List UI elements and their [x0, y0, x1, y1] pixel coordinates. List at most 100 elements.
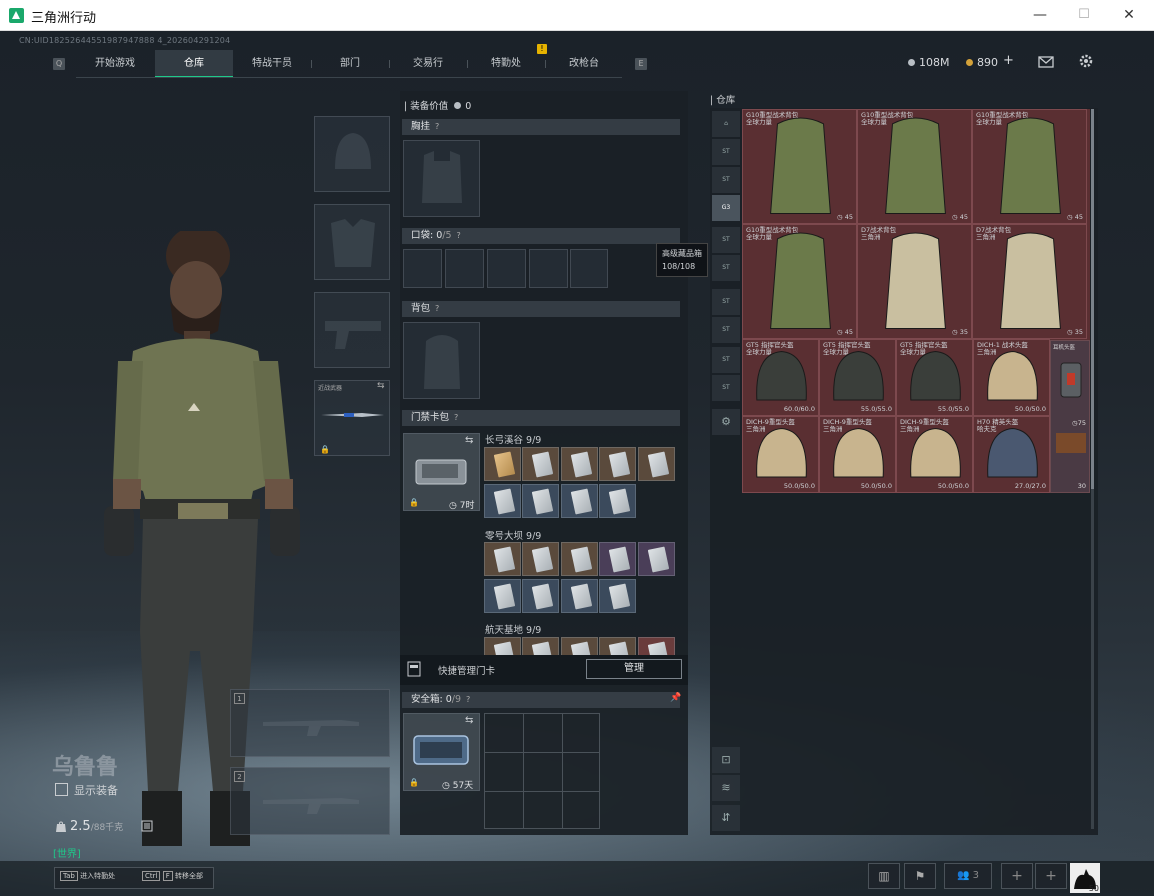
chest-rig-slot[interactable] — [403, 140, 480, 217]
pocket-slot[interactable] — [445, 249, 484, 288]
headset-value: ◷75 — [1072, 419, 1086, 427]
warehouse-item-helmet[interactable]: GT5 指挥官头盔 全球力量 55.0/55.0 — [896, 339, 973, 416]
invite-slot-2[interactable]: + — [1035, 863, 1067, 889]
add-currency-button[interactable]: + — [1003, 53, 1014, 68]
warehouse-item-backpack[interactable]: G10重型战术背包 全球力量 ◷ 45 — [742, 109, 857, 224]
coin-balance: 108M — [908, 56, 950, 69]
warehouse-scroll-thumb[interactable] — [1091, 109, 1094, 489]
helmet-slot[interactable] — [314, 116, 390, 192]
player-uid: CN:UID18252644551987947888 4_20260429120… — [19, 36, 231, 45]
pistol-slot[interactable] — [314, 292, 390, 368]
pocket-slot[interactable] — [487, 249, 526, 288]
top-navigation: Q 开始游戏 仓库 特战干员 部门 交易行 特勤处 ! 改枪台 E — [50, 44, 662, 78]
warehouse-item-helmet[interactable]: H70 精英头盔 哈夫克 27.0/27.0 — [973, 416, 1050, 493]
world-chat-tag[interactable]: [世界] — [53, 845, 81, 860]
minimize-button[interactable]: — — [1025, 5, 1055, 25]
backpack-slot[interactable] — [403, 322, 480, 399]
weapon-slot-number: 1 — [234, 693, 245, 704]
warehouse-layers-icon[interactable]: ≋ — [712, 775, 740, 801]
armor-slot[interactable] — [314, 204, 390, 280]
item-value: 60.0/60.0 — [783, 405, 815, 413]
backpack-icon — [885, 117, 946, 214]
friends-button[interactable]: 👥 3 — [944, 863, 992, 889]
warehouse-tab-8[interactable]: ST — [712, 347, 740, 373]
swap-icon[interactable]: ⇆ — [465, 715, 473, 726]
warehouse-item-helmet[interactable]: GT5 指挥官头盔 全球力量 60.0/60.0 — [742, 339, 819, 416]
tab-gunsmith[interactable]: 改枪台 — [545, 50, 623, 78]
window-title: 三角洲行动 — [31, 11, 97, 26]
nav-left-key[interactable]: Q — [53, 58, 65, 70]
pocket-slot[interactable] — [529, 249, 568, 288]
tab-market[interactable]: 交易行 — [389, 50, 467, 78]
warehouse-item-helmet[interactable]: DICH-9重型头盔 三角洲 50.0/50.0 — [896, 416, 973, 493]
item-value: 50.0/50.0 — [1014, 405, 1046, 413]
ammo-count: 30 — [1077, 482, 1086, 490]
player-avatar[interactable]: 50 — [1070, 863, 1100, 893]
pin-icon[interactable]: 📌 — [670, 693, 681, 703]
tab-special-ops[interactable]: 特勤处 — [467, 50, 545, 78]
warehouse-tab-4[interactable]: ST — [712, 227, 740, 253]
keycard-manage-icon — [407, 661, 421, 677]
headset-item[interactable]: 耳机头盔 ◷75 30 — [1050, 340, 1090, 493]
warehouse-item-backpack[interactable]: G10重型战术背包 全球力量 ◷ 45 — [857, 109, 972, 224]
backpack-icon — [885, 232, 946, 329]
keycard-grid-space-base[interactable] — [484, 637, 677, 655]
display-equipment-checkbox[interactable] — [55, 783, 68, 796]
tab-department[interactable]: 部门 — [311, 50, 389, 78]
warehouse-item-backpack[interactable]: G10重型战术背包 全球力量 ◷ 45 — [742, 224, 857, 339]
warehouse-tab-6[interactable]: ST — [712, 289, 740, 315]
nav-right-key[interactable]: E — [635, 58, 647, 70]
secondary-weapon-slot[interactable]: 2 — [230, 767, 390, 835]
keycard-case-icon — [415, 459, 467, 485]
close-button[interactable]: ✕ — [1114, 5, 1144, 25]
keycard-timer: ◷ 7时 — [449, 501, 475, 511]
melee-weapon-slot[interactable]: 近战武器 ⇆ 🔒 — [314, 380, 390, 456]
flag-icon[interactable]: ⚑ — [904, 863, 936, 889]
warehouse-settings-icon[interactable]: ⚙ — [712, 409, 740, 435]
item-value: ◷ 45 — [836, 213, 853, 221]
display-equipment-label: 显示装备 — [74, 784, 118, 797]
keycard-grid-longbow[interactable] — [484, 447, 677, 523]
pocket-slot[interactable] — [570, 249, 608, 288]
tab-start-game[interactable]: 开始游戏 — [76, 50, 154, 78]
secure-case-icon — [413, 735, 469, 765]
keycard-case-slot[interactable]: ⇆ 🔒 ◷ 7时 — [403, 433, 480, 511]
gold-icon — [966, 59, 973, 66]
secure-container-grid[interactable] — [484, 713, 600, 829]
warehouse-item-backpack[interactable]: D7战术背包 三角洲 ◷ 35 — [857, 224, 972, 339]
keycard-case-header: 门禁卡包? — [402, 410, 680, 426]
tab-operators[interactable]: 特战干员 — [233, 50, 311, 78]
mail-icon[interactable] — [1038, 56, 1054, 68]
warehouse-item-helmet[interactable]: GT5 指挥官头盔 全球力量 55.0/55.0 — [819, 339, 896, 416]
list-icon[interactable] — [141, 820, 153, 832]
invite-slot-1[interactable]: + — [1001, 863, 1033, 889]
pockets-header: 口袋: 0/5? — [402, 228, 680, 244]
swap-icon[interactable]: ⇆ — [465, 435, 473, 446]
stats-chart-icon[interactable]: ▥ — [868, 863, 900, 889]
warehouse-sort-icon[interactable]: ⇵ — [712, 805, 740, 831]
warehouse-tab-5[interactable]: ST — [712, 255, 740, 281]
operator-name: 乌鲁鲁 — [52, 755, 119, 780]
warehouse-scan-icon[interactable]: ⊡ — [712, 747, 740, 773]
secure-container-slot[interactable]: ⇆ 🔒 ◷ 57天 — [403, 713, 480, 791]
swap-icon[interactable]: ⇆ — [377, 381, 385, 391]
maximize-button[interactable]: ☐ — [1069, 5, 1099, 25]
warehouse-tab-2[interactable]: ST — [712, 167, 740, 193]
primary-weapon-slot[interactable]: 1 — [230, 689, 390, 757]
tab-warehouse[interactable]: 仓库 — [155, 50, 233, 78]
warehouse-tab-3[interactable]: G3 — [712, 195, 740, 221]
warehouse-item-helmet[interactable]: DICH-9重型头盔 三角洲 50.0/50.0 — [819, 416, 896, 493]
warehouse-tab-9[interactable]: ST — [712, 375, 740, 401]
pocket-slot[interactable] — [403, 249, 442, 288]
keycard-grid-zero-dam[interactable] — [484, 542, 677, 618]
chest-rig-header: 胸挂? — [402, 119, 680, 135]
manage-keycards-button[interactable]: 管理 — [586, 659, 682, 679]
warehouse-item-backpack[interactable]: G10重型战术背包 全球力量 ◷ 45 — [972, 109, 1087, 224]
warehouse-item-backpack[interactable]: D7战术背包 三角洲 ◷ 35 — [972, 224, 1087, 339]
settings-gear-icon[interactable] — [1078, 53, 1094, 69]
warehouse-tab-all[interactable]: ⌂ — [712, 111, 740, 137]
warehouse-tab-1[interactable]: ST — [712, 139, 740, 165]
warehouse-item-helmet[interactable]: DICH-9重型头盔 三角洲 50.0/50.0 — [742, 416, 819, 493]
warehouse-tab-7[interactable]: ST — [712, 317, 740, 343]
warehouse-item-helmet[interactable]: DICH-1 战术头盔 三角洲 50.0/50.0 — [973, 339, 1050, 416]
